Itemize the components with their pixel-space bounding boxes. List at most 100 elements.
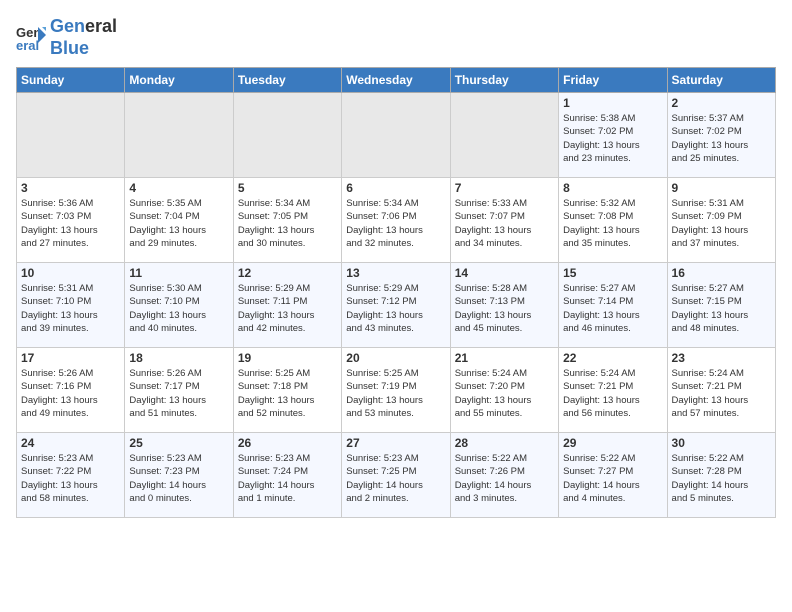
calendar-cell: 8 Sunrise: 5:32 AM Sunset: 7:08 PM Daylig… (559, 178, 667, 263)
day-info: Sunrise: 5:23 AM Sunset: 7:25 PM Dayligh… (346, 452, 445, 505)
day-number: 6 (346, 181, 445, 195)
calendar-cell (342, 93, 450, 178)
calendar-week-5: 24Sunrise: 5:23 AM Sunset: 7:22 PM Dayli… (17, 433, 776, 518)
calendar-cell: 26 Sunrise: 5:23 AM Sunset: 7:24 PM Dayli… (233, 433, 341, 518)
calendar-cell: 30 Sunrise: 5:22 AM Sunset: 7:28 PM Dayli… (667, 433, 775, 518)
day-number: 22 (563, 351, 662, 365)
day-info: Sunrise: 5:35 AM Sunset: 7:04 PM Dayligh… (129, 197, 228, 250)
day-number: 19 (238, 351, 337, 365)
day-info: Sunrise: 5:29 AM Sunset: 7:11 PM Dayligh… (238, 282, 337, 335)
day-info: Sunrise: 5:34 AM Sunset: 7:06 PM Dayligh… (346, 197, 445, 250)
day-info: Sunrise: 5:32 AM Sunset: 7:08 PM Dayligh… (563, 197, 662, 250)
day-info: Sunrise: 5:31 AM Sunset: 7:09 PM Dayligh… (672, 197, 771, 250)
day-number: 3 (21, 181, 120, 195)
day-info: Sunrise: 5:23 AM Sunset: 7:23 PM Dayligh… (129, 452, 228, 505)
day-number: 23 (672, 351, 771, 365)
day-number: 5 (238, 181, 337, 195)
calendar-header-row: SundayMondayTuesdayWednesdayThursdayFrid… (17, 68, 776, 93)
day-number: 2 (672, 96, 771, 110)
calendar-cell: 16 Sunrise: 5:27 AM Sunset: 7:15 PM Dayli… (667, 263, 775, 348)
calendar-cell (233, 93, 341, 178)
calendar-cell: 19 Sunrise: 5:25 AM Sunset: 7:18 PM Dayli… (233, 348, 341, 433)
calendar-cell: 21 Sunrise: 5:24 AM Sunset: 7:20 PM Dayli… (450, 348, 558, 433)
calendar-cell (450, 93, 558, 178)
weekday-header-thursday: Thursday (450, 68, 558, 93)
calendar-cell: 15Sunrise: 5:27 AM Sunset: 7:14 PM Dayli… (559, 263, 667, 348)
calendar-cell (125, 93, 233, 178)
day-info: Sunrise: 5:25 AM Sunset: 7:19 PM Dayligh… (346, 367, 445, 420)
day-info: Sunrise: 5:24 AM Sunset: 7:21 PM Dayligh… (672, 367, 771, 420)
day-number: 9 (672, 181, 771, 195)
day-info: Sunrise: 5:38 AM Sunset: 7:02 PM Dayligh… (563, 112, 662, 165)
day-number: 7 (455, 181, 554, 195)
day-number: 28 (455, 436, 554, 450)
day-number: 25 (129, 436, 228, 450)
day-number: 20 (346, 351, 445, 365)
day-info: Sunrise: 5:27 AM Sunset: 7:15 PM Dayligh… (672, 282, 771, 335)
calendar-cell: 1 Sunrise: 5:38 AM Sunset: 7:02 PM Daylig… (559, 93, 667, 178)
weekday-header-saturday: Saturday (667, 68, 775, 93)
calendar-cell: 24Sunrise: 5:23 AM Sunset: 7:22 PM Dayli… (17, 433, 125, 518)
calendar-cell: 10Sunrise: 5:31 AM Sunset: 7:10 PM Dayli… (17, 263, 125, 348)
logo-text-line1: General (50, 16, 117, 38)
day-info: Sunrise: 5:30 AM Sunset: 7:10 PM Dayligh… (129, 282, 228, 335)
calendar-cell: 5Sunrise: 5:34 AM Sunset: 7:05 PM Daylig… (233, 178, 341, 263)
logo: Gen eral General Blue (16, 16, 117, 59)
calendar-cell: 29 Sunrise: 5:22 AM Sunset: 7:27 PM Dayli… (559, 433, 667, 518)
calendar-week-2: 3Sunrise: 5:36 AM Sunset: 7:03 PM Daylig… (17, 178, 776, 263)
day-info: Sunrise: 5:23 AM Sunset: 7:24 PM Dayligh… (238, 452, 337, 505)
day-number: 30 (672, 436, 771, 450)
day-info: Sunrise: 5:22 AM Sunset: 7:27 PM Dayligh… (563, 452, 662, 505)
calendar-cell: 28 Sunrise: 5:22 AM Sunset: 7:26 PM Dayli… (450, 433, 558, 518)
calendar-cell: 7Sunrise: 5:33 AM Sunset: 7:07 PM Daylig… (450, 178, 558, 263)
day-number: 26 (238, 436, 337, 450)
day-info: Sunrise: 5:31 AM Sunset: 7:10 PM Dayligh… (21, 282, 120, 335)
day-info: Sunrise: 5:27 AM Sunset: 7:14 PM Dayligh… (563, 282, 662, 335)
calendar-cell: 23 Sunrise: 5:24 AM Sunset: 7:21 PM Dayli… (667, 348, 775, 433)
day-info: Sunrise: 5:26 AM Sunset: 7:17 PM Dayligh… (129, 367, 228, 420)
calendar-cell: 17 Sunrise: 5:26 AM Sunset: 7:16 PM Dayli… (17, 348, 125, 433)
calendar-week-1: 1 Sunrise: 5:38 AM Sunset: 7:02 PM Daylig… (17, 93, 776, 178)
calendar-cell: 22 Sunrise: 5:24 AM Sunset: 7:21 PM Dayli… (559, 348, 667, 433)
day-number: 4 (129, 181, 228, 195)
calendar-cell: 13 Sunrise: 5:29 AM Sunset: 7:12 PM Dayli… (342, 263, 450, 348)
day-number: 8 (563, 181, 662, 195)
day-number: 13 (346, 266, 445, 280)
svg-text:eral: eral (16, 38, 39, 53)
calendar-cell: 11 Sunrise: 5:30 AM Sunset: 7:10 PM Dayli… (125, 263, 233, 348)
weekday-header-sunday: Sunday (17, 68, 125, 93)
day-info: Sunrise: 5:24 AM Sunset: 7:21 PM Dayligh… (563, 367, 662, 420)
day-number: 17 (21, 351, 120, 365)
logo-text-line2: Blue (50, 38, 117, 60)
day-info: Sunrise: 5:37 AM Sunset: 7:02 PM Dayligh… (672, 112, 771, 165)
calendar-cell: 4 Sunrise: 5:35 AM Sunset: 7:04 PM Daylig… (125, 178, 233, 263)
calendar-cell: 18Sunrise: 5:26 AM Sunset: 7:17 PM Dayli… (125, 348, 233, 433)
calendar-week-3: 10Sunrise: 5:31 AM Sunset: 7:10 PM Dayli… (17, 263, 776, 348)
weekday-header-monday: Monday (125, 68, 233, 93)
day-info: Sunrise: 5:22 AM Sunset: 7:26 PM Dayligh… (455, 452, 554, 505)
calendar-cell: 2 Sunrise: 5:37 AM Sunset: 7:02 PM Daylig… (667, 93, 775, 178)
day-number: 1 (563, 96, 662, 110)
weekday-header-tuesday: Tuesday (233, 68, 341, 93)
day-number: 16 (672, 266, 771, 280)
calendar-cell: 25 Sunrise: 5:23 AM Sunset: 7:23 PM Dayli… (125, 433, 233, 518)
calendar-cell: 12 Sunrise: 5:29 AM Sunset: 7:11 PM Dayli… (233, 263, 341, 348)
day-info: Sunrise: 5:28 AM Sunset: 7:13 PM Dayligh… (455, 282, 554, 335)
day-info: Sunrise: 5:26 AM Sunset: 7:16 PM Dayligh… (21, 367, 120, 420)
weekday-header-wednesday: Wednesday (342, 68, 450, 93)
day-info: Sunrise: 5:22 AM Sunset: 7:28 PM Dayligh… (672, 452, 771, 505)
calendar-cell: 27Sunrise: 5:23 AM Sunset: 7:25 PM Dayli… (342, 433, 450, 518)
day-number: 29 (563, 436, 662, 450)
calendar-cell: 3Sunrise: 5:36 AM Sunset: 7:03 PM Daylig… (17, 178, 125, 263)
day-number: 11 (129, 266, 228, 280)
day-number: 12 (238, 266, 337, 280)
calendar-cell (17, 93, 125, 178)
day-info: Sunrise: 5:25 AM Sunset: 7:18 PM Dayligh… (238, 367, 337, 420)
calendar-cell: 9 Sunrise: 5:31 AM Sunset: 7:09 PM Daylig… (667, 178, 775, 263)
day-number: 21 (455, 351, 554, 365)
day-info: Sunrise: 5:23 AM Sunset: 7:22 PM Dayligh… (21, 452, 120, 505)
day-info: Sunrise: 5:24 AM Sunset: 7:20 PM Dayligh… (455, 367, 554, 420)
day-info: Sunrise: 5:29 AM Sunset: 7:12 PM Dayligh… (346, 282, 445, 335)
calendar-cell: 6 Sunrise: 5:34 AM Sunset: 7:06 PM Daylig… (342, 178, 450, 263)
page-header: Gen eral General Blue (16, 16, 776, 59)
